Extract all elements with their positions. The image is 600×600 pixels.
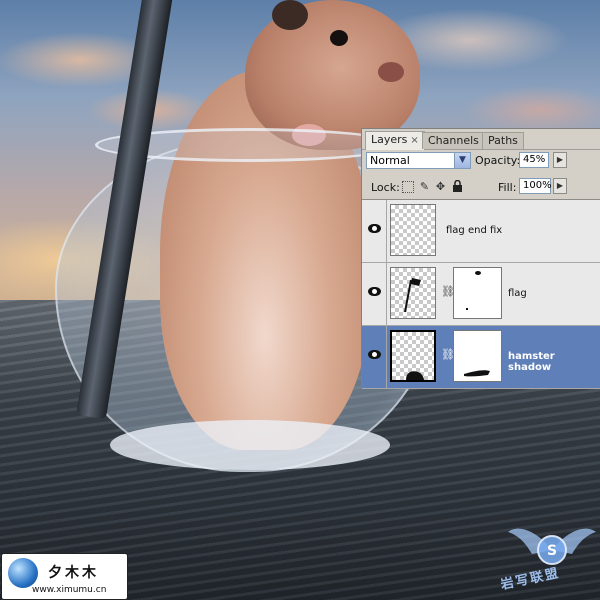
- lock-fill-bar: Lock: ✎ ✥ Fill: 100% ▶: [362, 177, 600, 200]
- blend-opacity-bar: Normal ▼ Opacity: 45% ▶: [362, 150, 600, 174]
- blend-mode-value: Normal: [370, 154, 410, 167]
- layers-list: flag end fix ⛓ flag ⛓ hamster shadow: [362, 200, 600, 389]
- layer-row-flag-end-fix[interactable]: flag end fix: [362, 200, 600, 263]
- fill-input[interactable]: 100%: [519, 178, 552, 194]
- mask-shape: [466, 271, 481, 310]
- layer-row-hamster-shadow[interactable]: ⛓ hamster shadow: [362, 326, 600, 389]
- lock-all-icon[interactable]: [451, 179, 464, 193]
- hamster-eye: [330, 30, 348, 46]
- tab-paths[interactable]: Paths: [482, 132, 524, 149]
- hamster-ear: [272, 0, 308, 30]
- tab-layers[interactable]: Layers ×: [365, 131, 425, 150]
- flag-icon: [404, 278, 421, 313]
- blend-mode-select[interactable]: Normal ▼: [366, 152, 471, 169]
- shadow-shape: [406, 371, 424, 380]
- visibility-toggle[interactable]: [362, 326, 387, 388]
- chevron-down-icon[interactable]: ▼: [454, 153, 470, 168]
- opacity-label: Opacity:: [475, 154, 521, 167]
- close-icon[interactable]: ×: [410, 135, 418, 146]
- layer-thumbnail: [390, 204, 436, 256]
- hamster-nose: [378, 62, 404, 82]
- tab-paths-label: Paths: [488, 134, 518, 147]
- lock-paint-brush-icon[interactable]: ✎: [418, 180, 431, 193]
- ximumu-logo: 夕木木 www.ximumu.cn: [1, 553, 128, 600]
- tab-channels-label: Channels: [428, 134, 479, 147]
- globe-icon: [8, 558, 38, 588]
- svg-text:S: S: [547, 543, 557, 559]
- glass-bowl-base: [110, 420, 390, 470]
- layer-thumbnail: [390, 330, 436, 382]
- lock-transparent-icon[interactable]: [402, 181, 414, 193]
- layer-thumbnail: [390, 267, 436, 319]
- visibility-toggle[interactable]: [362, 263, 387, 325]
- opacity-input[interactable]: 45%: [519, 152, 549, 168]
- eye-icon[interactable]: [368, 350, 381, 359]
- mask-shape: [464, 370, 490, 377]
- lock-move-icon[interactable]: ✥: [434, 180, 447, 193]
- opacity-slider-arrow-icon[interactable]: ▶: [553, 152, 567, 168]
- layer-name[interactable]: flag: [508, 288, 527, 299]
- layer-name[interactable]: flag end fix: [446, 225, 502, 236]
- layer-row-flag[interactable]: ⛓ flag: [362, 263, 600, 326]
- logo-text: 夕木木: [48, 565, 99, 581]
- visibility-toggle[interactable]: [362, 200, 387, 262]
- tab-layers-label: Layers: [371, 133, 408, 146]
- panel-tabs: Layers × Channels Paths: [362, 129, 600, 150]
- eye-icon[interactable]: [368, 287, 381, 296]
- fill-label: Fill:: [498, 181, 517, 194]
- layer-mask-thumbnail[interactable]: [453, 330, 502, 382]
- layer-name[interactable]: hamster shadow: [508, 351, 600, 373]
- layer-mask-thumbnail[interactable]: [453, 267, 502, 319]
- eye-icon[interactable]: [368, 224, 381, 233]
- layers-panel: Layers × Channels Paths Normal ▼ Opacity:…: [361, 128, 600, 389]
- logo-url: www.ximumu.cn: [32, 585, 107, 595]
- tab-channels[interactable]: Channels: [422, 132, 485, 149]
- lock-label: Lock:: [371, 181, 400, 194]
- fill-slider-arrow-icon[interactable]: ▶: [553, 178, 567, 194]
